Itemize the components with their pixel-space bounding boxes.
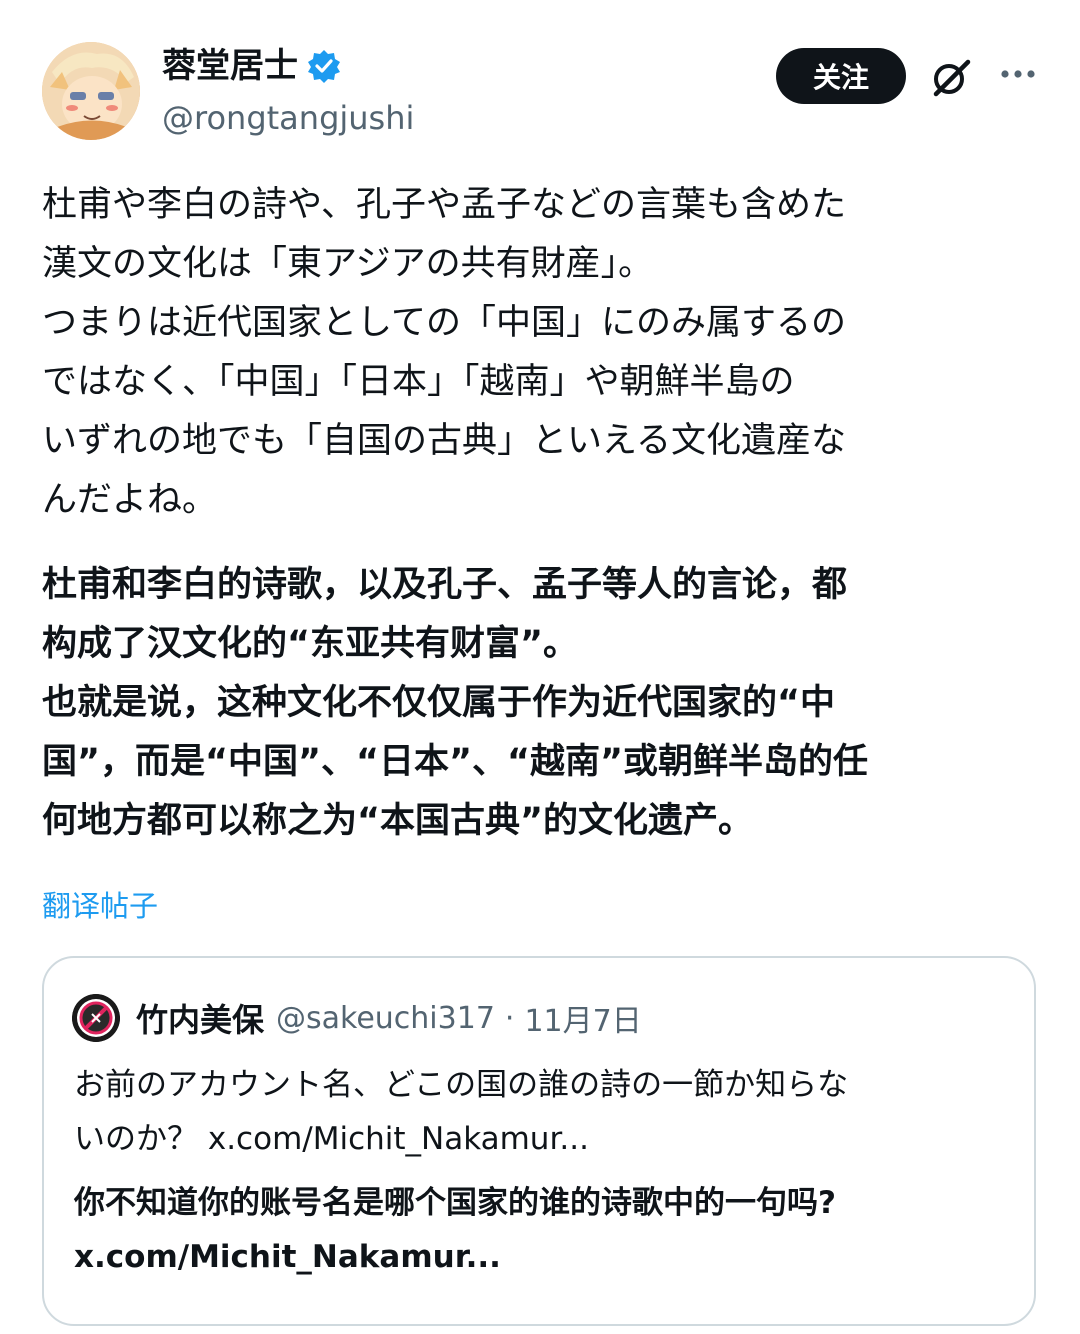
post-translation: 杜甫和李白的诗歌，以及孔子、孟子等人的言论，都 构成了汉文化的“东亚共有财富”。… <box>42 565 869 841</box>
more-icon[interactable] <box>998 62 1038 86</box>
author-handle[interactable]: @rongtangjushi <box>162 96 414 140</box>
translate-post-link[interactable]: 翻译帖子 <box>42 882 158 930</box>
author-display-name-text[interactable]: 蓉堂居士 <box>162 44 298 88</box>
separator-dot: · <box>504 1000 515 1036</box>
post-text: 杜甫や李白の詩や、孔子や孟子などの言葉も含めた 漢文の文化は「東アジアの共有財産… <box>42 185 846 520</box>
grok-icon[interactable] <box>928 54 974 100</box>
verified-badge-icon[interactable] <box>306 48 342 84</box>
quoted-post-translation: 你不知道你的账号名是哪个国家的谁的诗歌中的一句吗? x.com/Michit_N… <box>74 1185 836 1275</box>
quoted-author-name[interactable]: 竹内美保 <box>136 995 264 1041</box>
post-header: 蓉堂居士 @rongtangjushi 关注 <box>42 40 1042 140</box>
quoted-post-text: お前のアカウント名、どこの国の誰の詩の一節か知らな いのか？ x.com/Mic… <box>74 1067 849 1157</box>
quoted-post-card[interactable]: 竹内美保 @sakeuchi317 · 11月7日 お前のアカウント名、どこの国… <box>42 956 1036 1326</box>
follow-button[interactable]: 关注 <box>776 48 906 104</box>
quoted-post-header: 竹内美保 @sakeuchi317 · 11月7日 <box>72 994 642 1042</box>
quoted-author-handle[interactable]: @sakeuchi317 <box>276 1001 495 1036</box>
quoted-author-avatar[interactable] <box>72 994 120 1042</box>
quoted-post-date[interactable]: 11月7日 <box>524 996 641 1040</box>
author-name-block: 蓉堂居士 @rongtangjushi <box>162 44 414 140</box>
author-display-name[interactable]: 蓉堂居士 <box>162 44 342 88</box>
author-avatar[interactable] <box>42 42 140 140</box>
